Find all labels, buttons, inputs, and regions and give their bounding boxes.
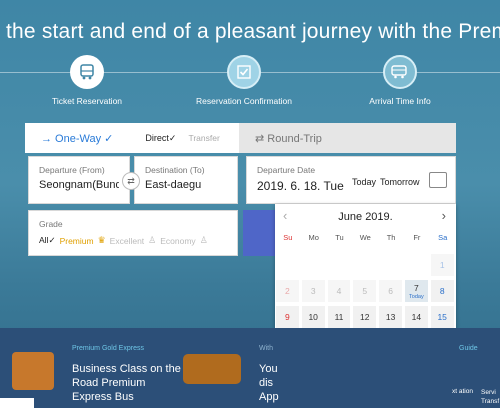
calendar-day-number: 15	[437, 312, 447, 322]
weekday-label: Su	[283, 233, 293, 242]
calendar-day[interactable]: 6	[379, 280, 402, 302]
calendar-day-number: 12	[360, 312, 370, 322]
promo-copy[interactable]: Business Class on the Road Premium Expre…	[72, 362, 182, 404]
calendar-day-number: 14	[411, 312, 422, 322]
date-caption: Departure Date	[257, 165, 316, 175]
calendar-day[interactable]: 1	[430, 254, 454, 276]
step-label: Reservation Confirmation	[196, 96, 292, 106]
step-reservation-confirmation[interactable]: Reservation Confirmation	[179, 55, 309, 106]
grade-premium-option[interactable]: Premium	[60, 236, 94, 246]
calendar-month-title: June 2019.	[338, 210, 393, 223]
calendar-day-number: 13	[385, 312, 396, 322]
departure-caption: Departure (From)	[39, 165, 105, 175]
premium-seat-icon: ♛	[97, 235, 106, 245]
search-button[interactable]	[243, 210, 276, 256]
weekday-label: Th	[386, 233, 396, 242]
calendar-day-number: 2	[285, 286, 290, 296]
check-icon	[227, 55, 261, 89]
tomorrow-button[interactable]: Tomorrow	[380, 177, 420, 187]
calendar-day[interactable]: 14	[404, 306, 428, 328]
calendar-day-number: 1	[439, 260, 445, 270]
calendar-day[interactable]: 5	[353, 280, 377, 302]
tab-round-trip[interactable]: ⇄ Round-Trip	[239, 123, 456, 153]
grade-economy-option[interactable]: Economy	[160, 236, 195, 246]
economy-seat-icon: ♙	[199, 235, 208, 245]
tab-one-way[interactable]: → One-Way ✓ Direct✓ Transfer	[25, 123, 239, 153]
round-trip-label: ⇄ Round-Trip	[255, 132, 322, 145]
departure-value: Seongnam(Bundang)	[39, 179, 119, 191]
calendar-empty-cell	[353, 254, 376, 276]
guide-label: Guide	[459, 345, 478, 352]
calendar-day[interactable]: 3	[301, 280, 325, 302]
destination-field[interactable]: Destination (To) East-daegu	[134, 156, 238, 204]
departure-date-field[interactable]: Departure Date 2019. 6. 18. Tue Today To…	[246, 156, 456, 204]
step-label: Ticket Reservation	[51, 96, 123, 106]
grade-caption: Grade	[39, 219, 63, 229]
calendar-empty-cell	[379, 254, 402, 276]
calendar-day[interactable]: 15	[430, 306, 454, 328]
step-ticket-reservation[interactable]: Ticket Reservation	[22, 55, 152, 106]
calendar-day[interactable]: 4	[327, 280, 351, 302]
direct-option[interactable]: Direct✓	[145, 133, 176, 144]
weekday-label: Tu	[335, 233, 344, 242]
calendar-day-number: 10	[308, 312, 318, 322]
calendar-empty-cell	[276, 254, 299, 276]
grade-all-option[interactable]: All✓	[39, 235, 56, 246]
calendar-empty-cell	[405, 254, 428, 276]
weekday-label: Fr	[413, 233, 421, 242]
calendar-day-number: 5	[362, 286, 368, 296]
promo-strip: Premium Gold Express Business Class on t…	[0, 328, 500, 408]
calendar-empty-cell	[328, 254, 351, 276]
weekday-label: Sa	[438, 233, 448, 242]
hero-banner-text: the start and end of a pleasant journey …	[6, 20, 500, 43]
calendar-day-number: 4	[336, 286, 342, 296]
service-link-1[interactable]: xt ation	[452, 388, 473, 395]
departure-field[interactable]: Departure (From) Seongnam(Bundang)	[28, 156, 130, 204]
trip-type-tabs: → One-Way ✓ Direct✓ Transfer ⇄ Round-Tri…	[25, 123, 456, 153]
calendar-day-number: 8	[439, 286, 445, 296]
bus-clock-icon	[383, 55, 417, 89]
calendar-day[interactable]: 9	[276, 306, 299, 328]
calendar-day-number: 9	[285, 312, 290, 322]
excellent-seat-icon: ♙	[148, 235, 157, 245]
weekday-header: Su Mo Tu We Th Fr Sa	[275, 229, 456, 247]
transfer-option[interactable]: Transfer	[188, 133, 219, 143]
calendar-day[interactable]: 13	[379, 306, 402, 328]
destination-caption: Destination (To)	[145, 165, 205, 175]
previous-month-icon[interactable]: ‹	[283, 208, 287, 223]
step-label: Arrival Time Info	[369, 96, 431, 106]
promo-tag: Premium Gold Express	[72, 345, 144, 352]
weekday-label: Mo	[308, 233, 319, 242]
bus-icon	[70, 55, 104, 89]
calendar-day-number: 11	[334, 312, 344, 322]
service-link-2[interactable]: Servi Transf	[481, 388, 500, 406]
calendar-day-number: 6	[388, 286, 393, 296]
calendar-empty-cell	[302, 254, 325, 276]
calendar-day[interactable]: 8	[430, 280, 454, 302]
calendar-day[interactable]: 2	[276, 280, 299, 302]
calendar-day[interactable]: 12	[353, 306, 377, 328]
grade-excellent-option[interactable]: Excellent	[110, 236, 145, 246]
calendar-day[interactable]: 7 Today	[404, 280, 428, 302]
calendar-day-number: 7	[414, 282, 419, 293]
bus-image	[183, 354, 241, 384]
weekday-label: We	[359, 233, 371, 242]
calendar-day-number: 3	[310, 286, 316, 296]
promo-copy-2[interactable]: You dis App	[259, 362, 279, 404]
calendar-icon[interactable]	[429, 172, 447, 188]
today-button[interactable]: Today	[352, 177, 376, 187]
calendar-day[interactable]: 11	[327, 306, 351, 328]
grade-field: Grade All✓ Premium ♛ Excellent ♙ Economy…	[28, 210, 238, 256]
promo-tag-2: With	[259, 345, 273, 352]
step-arrival-time-info[interactable]: Arrival Time Info	[335, 55, 465, 106]
one-way-label: → One-Way ✓	[41, 132, 114, 145]
swap-icon[interactable]: ⇄	[122, 172, 140, 190]
next-month-icon[interactable]: ›	[442, 208, 446, 223]
footer-corner	[0, 398, 34, 408]
today-marker: Today	[409, 293, 424, 300]
destination-value: East-daegu	[145, 179, 202, 191]
luggage-image	[12, 352, 54, 390]
calendar-day[interactable]: 10	[301, 306, 325, 328]
